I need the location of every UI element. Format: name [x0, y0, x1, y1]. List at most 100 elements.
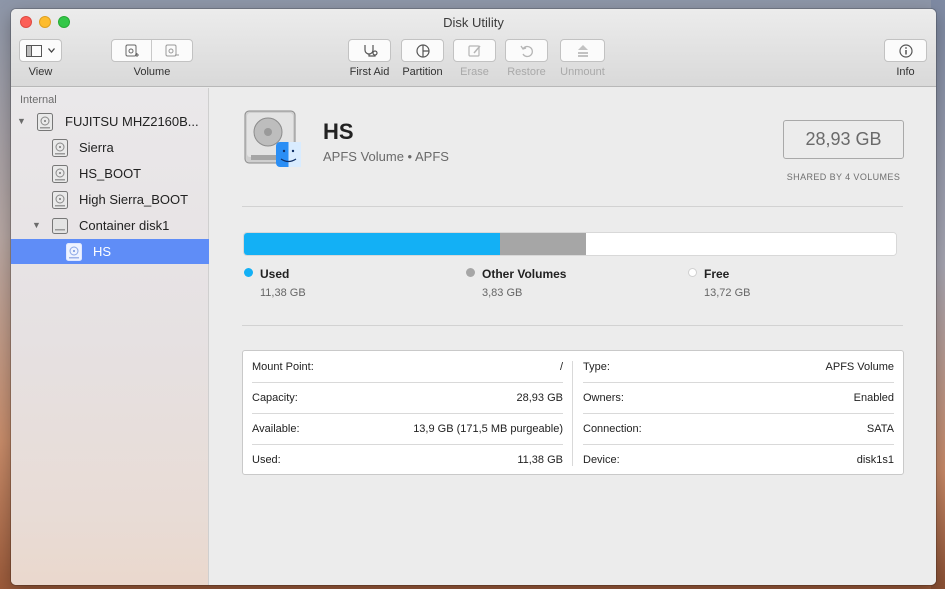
volume-label: Volume: [133, 66, 171, 78]
unmount-label: Unmount: [560, 66, 605, 78]
volume-icon: [51, 164, 69, 184]
stethoscope-icon: [362, 44, 378, 58]
first-aid-label: First Aid: [349, 66, 390, 78]
detail-value: 28,93 GB: [516, 392, 563, 404]
add-volume-button[interactable]: [112, 40, 153, 61]
sidebar-item-label: FUJITSU MHZ2160B...: [65, 114, 199, 129]
detail-key: Capacity:: [252, 392, 298, 404]
sidebar-item-hs-boot[interactable]: HS_BOOT: [11, 161, 209, 186]
detail-key: Connection:: [583, 423, 642, 435]
divider: [242, 325, 903, 326]
titlebar: Disk Utility View Volume First Aid Parti…: [11, 9, 936, 87]
disk-utility-window: Disk Utility View Volume First Aid Parti…: [11, 9, 936, 585]
volume-icon: [51, 138, 69, 158]
unmount-icon: [577, 44, 589, 58]
legend-other-value: 3,83 GB: [482, 287, 523, 299]
finder-volume-icon: [243, 109, 303, 169]
sidebar-item-label: Container disk1: [79, 218, 170, 233]
window-title: Disk Utility: [443, 15, 504, 30]
hard-disk-icon: [36, 112, 54, 132]
detail-value: SATA: [866, 423, 894, 435]
sidebar-item-label: HS: [93, 244, 112, 259]
detail-key: Type:: [583, 361, 610, 373]
partition-pie-icon: [415, 43, 430, 58]
volume-size-box: 28,93 GB: [783, 120, 904, 159]
first-aid-button[interactable]: [348, 39, 391, 62]
detail-row-connection: Connection: SATA: [583, 413, 894, 444]
usage-bar-free-segment: [586, 233, 896, 255]
add-volume-icon: [125, 44, 139, 58]
sidebar-section-internal: Internal: [20, 94, 57, 106]
detail-key: Available:: [252, 423, 300, 435]
volume-subtitle: APFS Volume • APFS: [323, 149, 449, 164]
usage-bar-used-segment: [244, 233, 501, 255]
sidebar-item-high-sierra-boot[interactable]: High Sierra_BOOT: [11, 187, 209, 212]
legend-used-label: Used: [260, 267, 290, 281]
disclosure-triangle-icon[interactable]: ▼: [17, 116, 26, 126]
partition-label: Partition: [402, 66, 443, 78]
disclosure-triangle-icon[interactable]: ▼: [32, 220, 41, 230]
sidebar-toggle-icon: [26, 44, 42, 57]
usage-bar-other-segment: [500, 233, 587, 255]
detail-row-used: Used: 11,38 GB: [252, 444, 563, 475]
legend-free-label: Free: [704, 267, 730, 281]
legend-free-value: 13,72 GB: [704, 287, 751, 299]
detail-value: Enabled: [853, 392, 894, 404]
used-color-dot: [244, 268, 253, 277]
restore-arrow-icon: [519, 44, 534, 58]
view-label: View: [28, 66, 53, 78]
detail-row-available: Available: 13,9 GB (171,5 MB purgeable): [252, 413, 563, 444]
info-icon: [898, 43, 913, 58]
unmount-button: [560, 39, 605, 62]
detail-value: /: [559, 361, 563, 373]
sidebar-item-label: High Sierra_BOOT: [79, 192, 189, 207]
legend-used-value: 11,38 GB: [260, 287, 306, 299]
column-divider: [572, 361, 573, 466]
usage-bar: [243, 232, 897, 256]
info-label: Info: [896, 66, 915, 78]
detail-row-owners: Owners: Enabled: [583, 382, 894, 413]
detail-row-device: Device: disk1s1: [583, 444, 894, 475]
detail-value: 13,9 GB (171,5 MB purgeable): [413, 423, 563, 435]
detail-value: APFS Volume: [825, 361, 894, 373]
remove-volume-icon: [165, 44, 179, 58]
sidebar-item-sierra[interactable]: Sierra: [11, 135, 209, 160]
detail-row-type: Type: APFS Volume: [583, 351, 894, 382]
main-panel: HS APFS Volume • APFS 28,93 GB SHARED BY…: [210, 88, 936, 585]
detail-key: Owners:: [583, 392, 624, 404]
erase-label: Erase: [460, 66, 489, 78]
volume-name: HS: [323, 119, 354, 144]
detail-key: Mount Point:: [252, 361, 314, 373]
shared-volumes-note: SHARED BY 4 VOLUMES: [786, 172, 901, 182]
container-icon: [51, 216, 69, 236]
restore-label: Restore: [507, 66, 546, 78]
detail-value: 11,38 GB: [517, 454, 563, 466]
sidebar-item-label: Sierra: [79, 140, 114, 155]
sidebar: Internal ▼ FUJITSU MHZ2160B... Sierra HS…: [11, 88, 209, 585]
sidebar-item-container-disk1[interactable]: ▼ Container disk1: [11, 213, 209, 238]
sidebar-item-label: HS_BOOT: [79, 166, 142, 181]
erase-button: [453, 39, 496, 62]
sidebar-item-hs[interactable]: HS: [11, 239, 209, 264]
partition-button[interactable]: [401, 39, 444, 62]
sidebar-item-fujitsu-disk[interactable]: ▼ FUJITSU MHZ2160B...: [11, 109, 209, 134]
detail-key: Device:: [583, 454, 620, 466]
volume-icon: [65, 242, 83, 262]
free-color-dot: [688, 268, 697, 277]
detail-row-capacity: Capacity: 28,93 GB: [252, 382, 563, 413]
erase-icon: [467, 44, 482, 58]
chevron-down-icon: [48, 48, 55, 53]
restore-button: [505, 39, 548, 62]
detail-key: Used:: [252, 454, 281, 466]
other-volumes-color-dot: [466, 268, 475, 277]
volume-icon: [51, 190, 69, 210]
legend-other-label: Other Volumes: [482, 267, 567, 281]
view-button[interactable]: [19, 39, 62, 62]
divider: [242, 206, 903, 207]
detail-row-mount-point: Mount Point: /: [252, 351, 563, 382]
detail-value: disk1s1: [856, 454, 894, 466]
volume-button-group: [111, 39, 193, 62]
volume-details-table: Mount Point: / Capacity: 28,93 GB Availa…: [242, 350, 904, 475]
remove-volume-button[interactable]: [152, 40, 192, 61]
info-button[interactable]: [884, 39, 927, 62]
